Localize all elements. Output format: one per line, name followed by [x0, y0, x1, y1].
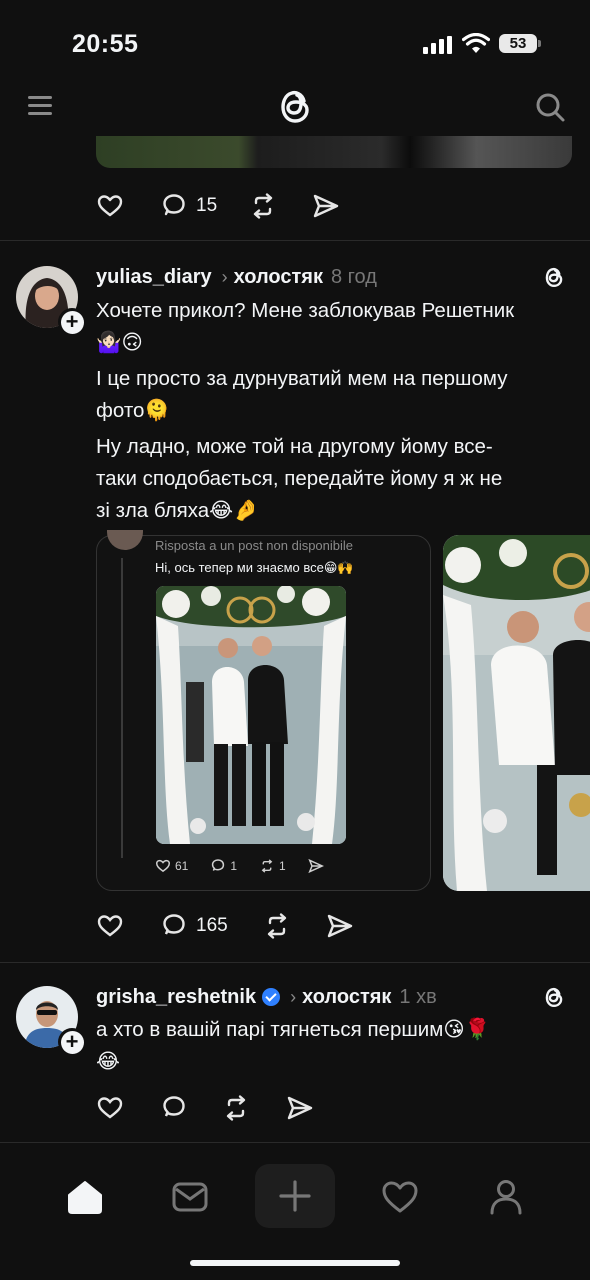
battery-indicator: 53 [499, 34, 537, 53]
post-line: 🤷🏻‍♀️🙃 [96, 331, 143, 354]
follow-button[interactable]: + [58, 308, 86, 336]
embedded-post-card[interactable]: Risposta a un post non disponibile Ні, о… [96, 530, 431, 891]
embed-reposts: 1 [259, 858, 286, 874]
post-time: 1 хв [399, 985, 437, 1008]
repost-icon[interactable] [221, 1094, 251, 1122]
share-icon[interactable] [286, 1095, 314, 1121]
like-icon[interactable] [96, 1094, 124, 1122]
post-divider [0, 962, 590, 963]
threads-badge-icon [545, 987, 563, 1008]
home-icon[interactable] [65, 1177, 105, 1217]
embed-actions: 61 1 1 [155, 858, 324, 874]
profile-icon[interactable] [486, 1177, 526, 1217]
embed-reply-count: 1 [230, 859, 238, 873]
signal-icon [423, 36, 452, 54]
post-time: 8 год [330, 265, 377, 288]
repost-icon[interactable] [248, 192, 278, 220]
previous-post-reply[interactable]: 15 [160, 191, 217, 221]
embed-repost-count: 1 [279, 859, 286, 873]
reply-icon[interactable] [160, 1094, 188, 1122]
home-indicator [190, 1260, 400, 1266]
chevron-right-icon: › [221, 266, 228, 287]
activity-heart-icon[interactable] [380, 1177, 420, 1217]
embed-replies: 1 [210, 858, 237, 874]
inbox-icon[interactable] [170, 1177, 210, 1217]
community-name[interactable]: холостяк [302, 986, 391, 1009]
like-icon[interactable] [96, 912, 124, 940]
verified-badge-icon [262, 988, 281, 1006]
chevron-right-icon: › [290, 986, 297, 1007]
post-body: Хочете прикол? Мене заблокував Решетник … [96, 295, 576, 527]
post-line: зі зла бляха😂🤌 [96, 499, 259, 522]
embed-likes: 61 [155, 858, 188, 874]
plus-icon: + [60, 1030, 84, 1054]
username[interactable]: grisha_reshetnik [96, 986, 256, 1009]
plus-icon: + [60, 310, 84, 334]
threads-badge-icon [545, 267, 563, 288]
post-line: фото🫠 [96, 399, 170, 422]
follow-button[interactable]: + [58, 1028, 86, 1056]
post-divider [0, 240, 590, 241]
share-icon [308, 858, 324, 874]
embed-share [308, 858, 324, 874]
status-time: 20:55 [72, 30, 139, 58]
embed-avatar [107, 530, 143, 550]
post-line: 😂 [96, 1050, 120, 1073]
threads-logo-icon[interactable] [273, 84, 317, 128]
reply-count: 15 [196, 195, 218, 216]
embed-wedding-photo [156, 586, 346, 844]
post-line: таки сподобається, передайте йому я ж не [96, 467, 503, 490]
repost-icon[interactable] [262, 912, 292, 940]
plus-icon [279, 1180, 311, 1212]
previous-post-media[interactable] [96, 136, 572, 168]
reply-icon[interactable] [160, 192, 188, 220]
create-button[interactable] [255, 1164, 335, 1228]
community-name[interactable]: холостяк [234, 266, 323, 289]
carousel-photo-2[interactable] [443, 535, 590, 891]
username[interactable]: yulias_diary [96, 266, 212, 289]
embed-text: Ні, ось тепер ми знаємо все😁🙌 [155, 560, 354, 575]
search-icon[interactable] [534, 91, 566, 123]
thread-line [121, 558, 123, 858]
battery-tip [538, 40, 541, 47]
embed-like-count: 61 [175, 859, 189, 873]
post-header: grisha_reshetnik › холостяк 1 хв [96, 983, 437, 1011]
share-icon[interactable] [312, 193, 340, 219]
reply-count: 165 [196, 915, 228, 936]
post-line: Ну ладно, може той на другому йому все- [96, 435, 493, 458]
like-icon[interactable] [96, 192, 124, 220]
wifi-icon [462, 33, 490, 53]
post-body: а хто в вашій парі тягнеться першим😘🌹 😂 [96, 1014, 576, 1078]
reply-icon [212, 859, 225, 871]
post-line: І це просто за дурнуватий мем на першому [96, 367, 508, 390]
reply-icon[interactable] [160, 912, 188, 940]
post-line: а хто в вашій парі тягнеться першим😘🌹 [96, 1018, 491, 1041]
reply-button[interactable]: 165 [160, 911, 228, 941]
post-line: Хочете прикол? Мене заблокував Решетник [96, 299, 515, 322]
like-icon [155, 859, 171, 873]
share-icon[interactable] [326, 913, 354, 939]
previous-post-actions [96, 191, 124, 221]
repost-icon [261, 859, 273, 873]
hamburger-icon[interactable] [28, 96, 52, 116]
embed-caption: Risposta a un post non disponibile [155, 538, 354, 553]
post-header: yulias_diary › холостяк 8 год [96, 263, 377, 291]
